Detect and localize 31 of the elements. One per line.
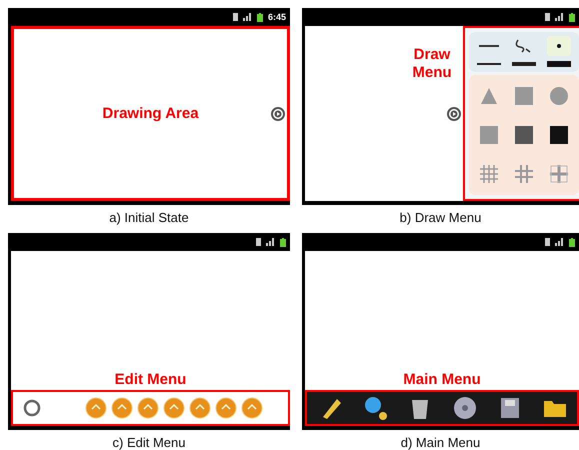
- disc-icon[interactable]: [452, 395, 478, 421]
- signal-icon: [555, 238, 564, 246]
- sim-icon: [545, 13, 550, 21]
- signal-icon: [266, 238, 275, 246]
- battery-icon: [256, 12, 263, 22]
- status-time: 6:45: [268, 12, 286, 22]
- signal-icon: [242, 13, 252, 21]
- annotation-label: Drawing Area: [102, 105, 199, 122]
- battery-icon: [280, 238, 286, 246]
- solid-fill-icon[interactable]: [550, 126, 568, 144]
- signal-icon: [555, 13, 564, 21]
- play-handle-icon[interactable]: [271, 106, 285, 120]
- ring-icon[interactable]: [23, 399, 41, 417]
- annotation-label: Main Menu: [403, 371, 481, 388]
- sim-icon: [232, 13, 238, 21]
- annotation-label: Draw Menu: [411, 46, 453, 82]
- figure-caption: a) Initial State: [108, 210, 190, 225]
- figure-caption: d) Main Menu: [400, 435, 482, 450]
- sim-icon: [545, 238, 550, 246]
- battery-icon: [569, 238, 575, 246]
- medium-stroke-icon[interactable]: [512, 60, 536, 68]
- point-tool-icon[interactable]: [547, 36, 572, 56]
- figure-caption: c) Edit Menu: [112, 435, 186, 450]
- thin-stroke-icon[interactable]: [476, 60, 501, 68]
- sim-icon: [256, 238, 261, 246]
- annotation-label: Edit Menu: [114, 371, 186, 388]
- play-handle-icon[interactable]: [447, 106, 461, 120]
- battery-icon: [569, 12, 575, 22]
- dark-fill-icon[interactable]: [514, 126, 533, 144]
- figure-caption: b) Draw Menu: [398, 210, 482, 225]
- thick-stroke-icon[interactable]: [547, 60, 572, 68]
